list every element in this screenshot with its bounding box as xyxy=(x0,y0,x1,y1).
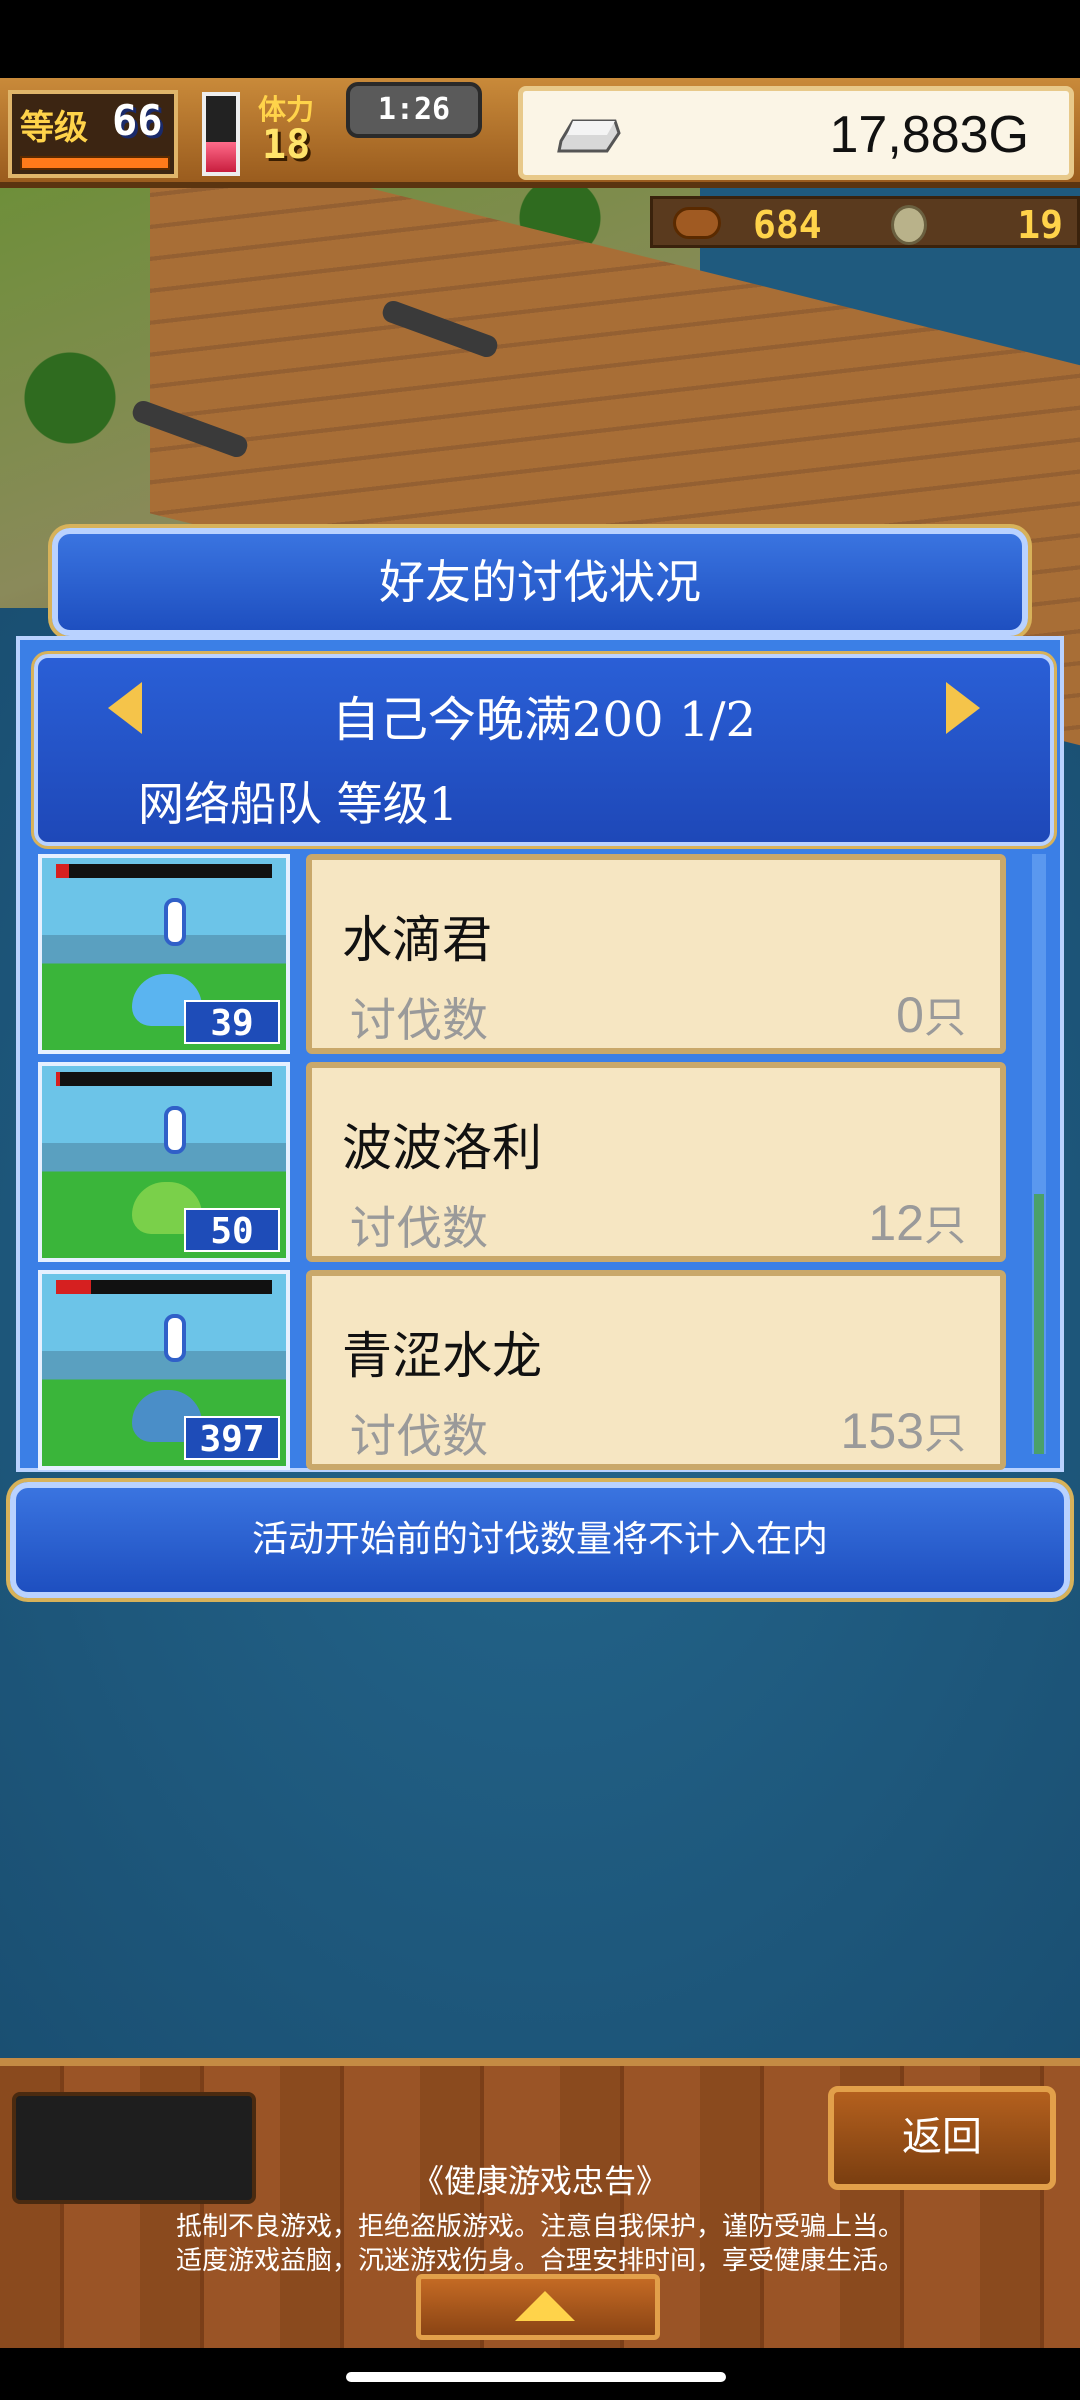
kill-count-value: 153 xyxy=(840,1403,924,1459)
next-arrow-icon[interactable] xyxy=(946,682,980,734)
kill-count-value: 0 xyxy=(896,987,924,1043)
panel-title-banner: 好友的讨伐状况 xyxy=(52,528,1028,636)
friend-hunt-panel: 自己今晚满200 1/2 网络船队 等级1 39 水滴君 讨伐数 0只 50 波… xyxy=(16,636,1064,1472)
kill-count: 0只 xyxy=(896,984,966,1045)
kill-unit: 只 xyxy=(923,1201,966,1250)
list-item[interactable]: 50 波波洛利 讨伐数 12只 xyxy=(34,1062,1034,1262)
kill-unit: 只 xyxy=(923,1409,966,1458)
list-scrollbar[interactable] xyxy=(1032,854,1046,1454)
kill-count-value: 12 xyxy=(868,1195,924,1251)
exclamation-icon xyxy=(164,1314,186,1362)
status-bar xyxy=(0,0,1080,78)
health-advice-line: 适度游戏益脑，沉迷游戏伤身。合理安排时间，享受健康生活。 xyxy=(175,2246,904,2276)
monster-name: 青涩水龙 xyxy=(342,1327,542,1385)
monster-level: 39 xyxy=(184,1000,280,1044)
hp-bar xyxy=(56,1280,272,1294)
kill-label: 讨伐数 xyxy=(350,1201,488,1255)
hp-bar xyxy=(56,1072,272,1086)
monster-thumbnail: 39 xyxy=(38,854,290,1054)
up-arrow-icon xyxy=(515,2291,575,2321)
resource-strip: 684 19 xyxy=(650,196,1080,248)
health-advice-line: 抵制不良游戏，拒绝盗版游戏。注意自我保护，谨防受骗上当。 xyxy=(175,2212,904,2242)
meat-count: 684 xyxy=(753,203,822,247)
monster-level: 397 xyxy=(184,1416,280,1460)
gold-display: 17,883G xyxy=(518,86,1074,180)
monster-name: 波波洛利 xyxy=(342,1119,542,1177)
fleet-level: 网络船队 等级1 xyxy=(138,777,458,831)
monster-card: 青涩水龙 讨伐数 153只 xyxy=(306,1270,1006,1470)
monster-thumbnail: 50 xyxy=(38,1062,290,1262)
silver-ingot-icon xyxy=(557,119,621,153)
medal-icon xyxy=(891,205,927,245)
exclamation-icon xyxy=(164,898,186,946)
kill-label: 讨伐数 xyxy=(350,1409,488,1463)
event-name: 自己今晚满200 1/2 xyxy=(331,692,757,748)
health-advice-title: 《健康游戏忠告》 xyxy=(411,2162,668,2200)
notice-text: 活动开始前的讨伐数量将不计入在内 xyxy=(251,1519,828,1560)
top-hud: 等级 66 体力 18 1:26 17,883G xyxy=(0,78,1080,188)
list-item[interactable]: 397 青涩水龙 讨伐数 153只 xyxy=(34,1270,1034,1470)
kill-count: 12只 xyxy=(868,1192,966,1253)
hp-fill xyxy=(56,1280,91,1294)
notice-banner: 活动开始前的讨伐数量将不计入在内 xyxy=(10,1482,1070,1598)
monster-card: 水滴君 讨伐数 0只 xyxy=(306,854,1006,1054)
monster-card: 波波洛利 讨伐数 12只 xyxy=(306,1062,1006,1262)
stamina-gauge xyxy=(202,92,240,176)
stamina-value: 18 xyxy=(262,122,311,168)
bottom-bar: 返回 《健康游戏忠告》 抵制不良游戏，拒绝盗版游戏。注意自我保护，谨防受骗上当。… xyxy=(0,2058,1080,2348)
meat-icon xyxy=(673,207,721,239)
exclamation-icon xyxy=(164,1106,186,1154)
home-indicator[interactable] xyxy=(346,2372,726,2382)
event-header: 自己今晚满200 1/2 网络船队 等级1 xyxy=(34,654,1054,846)
scroll-thumb[interactable] xyxy=(1034,1194,1044,1454)
hp-bar xyxy=(56,864,272,878)
monster-list: 39 水滴君 讨伐数 0只 50 波波洛利 讨伐数 12只 397 青涩水龙 讨… xyxy=(34,854,1034,1470)
hp-fill xyxy=(56,864,69,878)
hp-fill xyxy=(56,1072,61,1086)
monster-name: 水滴君 xyxy=(342,911,492,969)
panel-title: 好友的讨伐状况 xyxy=(379,555,701,609)
monster-thumbnail: 397 xyxy=(38,1270,290,1470)
kill-unit: 只 xyxy=(923,993,966,1042)
expand-menu-button[interactable] xyxy=(416,2274,660,2340)
stamina-fill xyxy=(206,141,236,172)
list-item[interactable]: 39 水滴君 讨伐数 0只 xyxy=(34,854,1034,1054)
exp-bar xyxy=(20,156,170,170)
kill-count: 153只 xyxy=(841,1400,966,1461)
kill-label: 讨伐数 xyxy=(350,993,488,1047)
level-label: 等级 xyxy=(20,108,88,148)
gold-amount: 17,883G xyxy=(829,106,1030,164)
stamina-timer: 1:26 xyxy=(346,82,482,138)
monster-level: 50 xyxy=(184,1208,280,1252)
level-value: 66 xyxy=(112,96,163,145)
player-level-box: 等级 66 xyxy=(8,90,178,178)
medal-count: 19 xyxy=(1017,203,1063,247)
